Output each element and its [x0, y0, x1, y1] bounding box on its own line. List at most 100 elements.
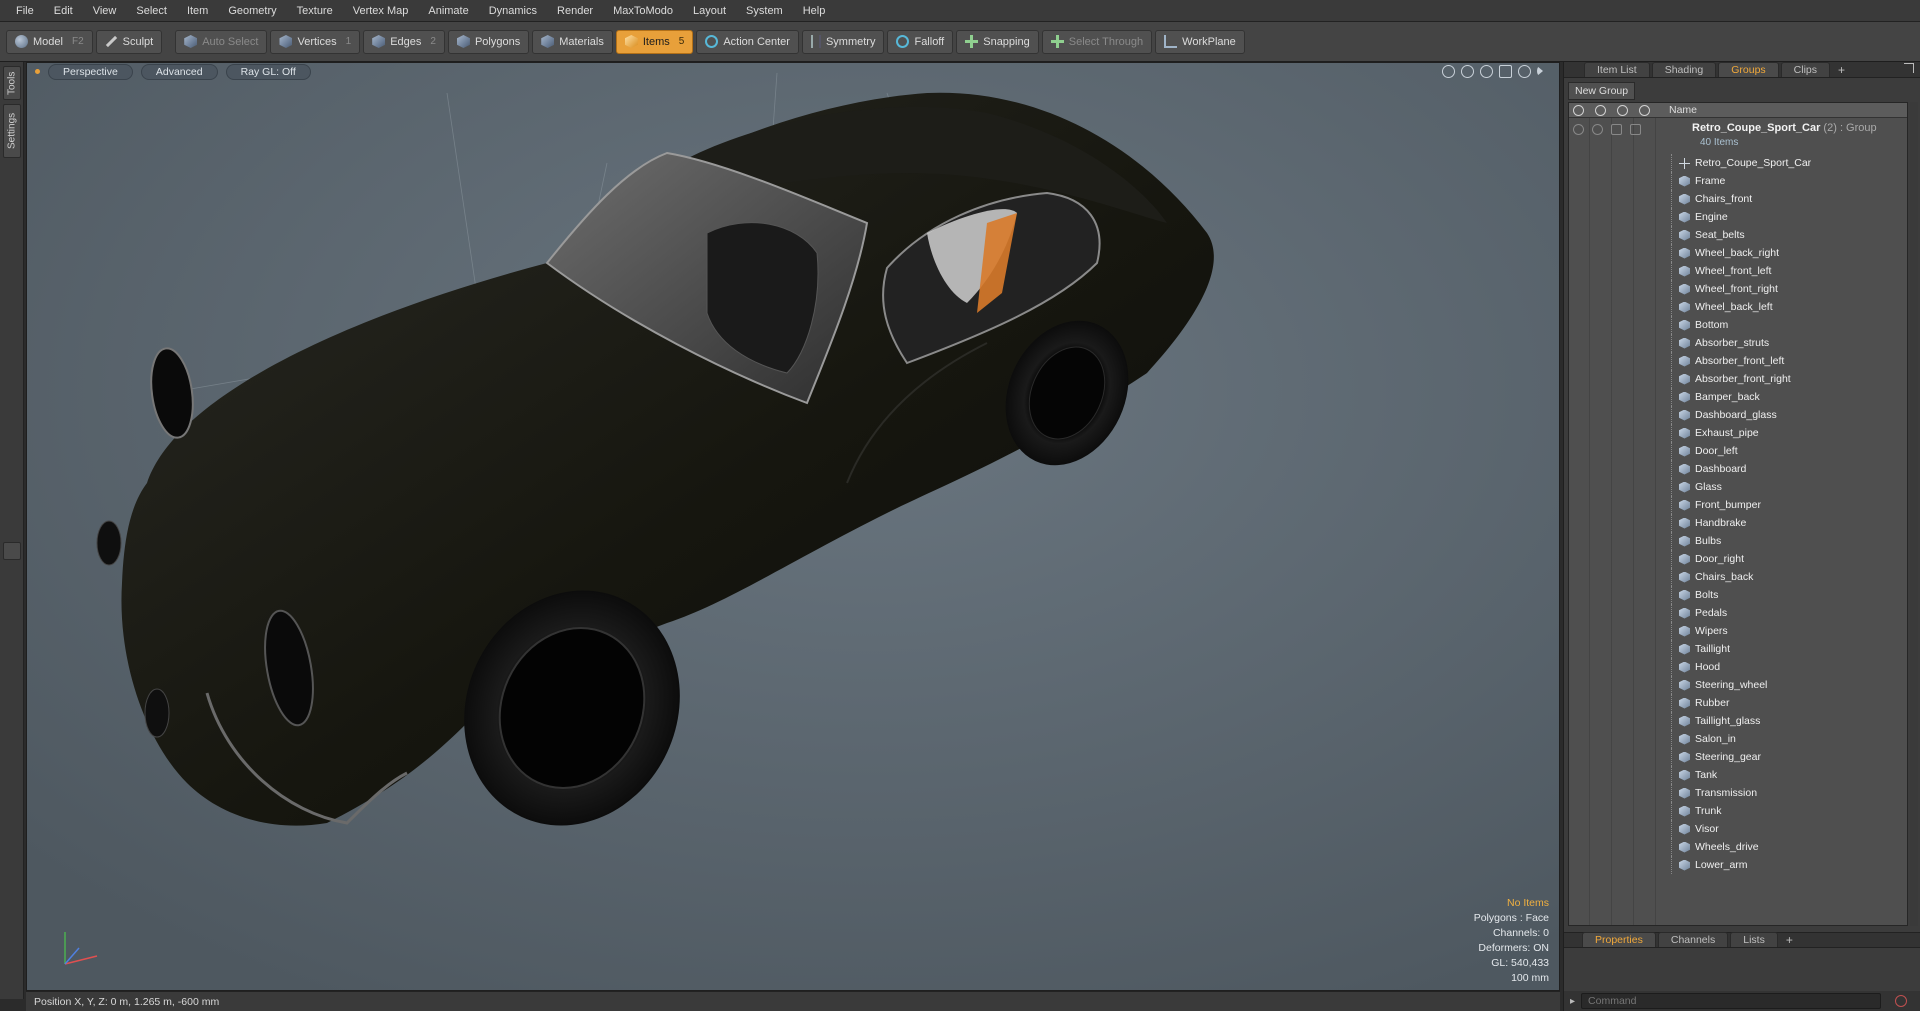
gear-icon[interactable]: [1518, 65, 1531, 78]
menu-render[interactable]: Render: [547, 0, 603, 22]
maximize-panel-icon[interactable]: [1904, 63, 1914, 73]
polygons-button[interactable]: Polygons: [447, 29, 530, 54]
eye-icon[interactable]: [1573, 124, 1584, 135]
list-item[interactable]: Bamper_back: [1569, 388, 1907, 406]
list-item[interactable]: Dashboard_glass: [1569, 406, 1907, 424]
list-item[interactable]: Seat_belts: [1569, 226, 1907, 244]
sculpt-button[interactable]: Sculpt: [95, 29, 163, 54]
tab-groups[interactable]: Groups: [1718, 62, 1779, 77]
list-item[interactable]: Exhaust_pipe: [1569, 424, 1907, 442]
maximize-icon[interactable]: [1499, 65, 1512, 78]
viewport-menu-dot[interactable]: [35, 69, 40, 74]
lock-checkbox[interactable]: [1611, 124, 1622, 135]
menu-select[interactable]: Select: [126, 0, 177, 22]
list-item[interactable]: Wheel_back_right: [1569, 244, 1907, 262]
render-column-icon[interactable]: [1595, 105, 1606, 116]
falloff-button[interactable]: Falloff: [887, 29, 954, 54]
list-scrollbar[interactable]: [1910, 102, 1918, 926]
render-icon[interactable]: [1592, 124, 1603, 135]
list-item[interactable]: Front_bumper: [1569, 496, 1907, 514]
collapse-tab[interactable]: [3, 542, 21, 560]
select-through-button[interactable]: Select Through: [1041, 29, 1153, 54]
list-item[interactable]: Door_right: [1569, 550, 1907, 568]
tab-item-list[interactable]: Item List: [1584, 62, 1650, 77]
stop-icon[interactable]: [1895, 995, 1908, 1007]
new-group-button[interactable]: New Group: [1568, 82, 1636, 100]
list-item[interactable]: Wheels_drive: [1569, 838, 1907, 856]
list-item[interactable]: Bottom: [1569, 316, 1907, 334]
list-item[interactable]: Glass: [1569, 478, 1907, 496]
raygl-button[interactable]: Ray GL: Off: [225, 63, 311, 80]
list-item[interactable]: Steering_gear: [1569, 748, 1907, 766]
command-history-arrow-icon[interactable]: ▸: [1570, 996, 1575, 1007]
items-button[interactable]: Items 5: [615, 29, 694, 54]
auto-select-button[interactable]: Auto Select: [175, 29, 268, 54]
command-input[interactable]: [1581, 993, 1882, 1009]
3d-viewport[interactable]: Perspective Advanced Ray GL: Off No Item…: [26, 62, 1560, 991]
list-item[interactable]: Dashboard: [1569, 460, 1907, 478]
menu-layout[interactable]: Layout: [683, 0, 736, 22]
list-item[interactable]: Pedals: [1569, 604, 1907, 622]
edges-button[interactable]: Edges 2: [363, 29, 445, 54]
list-item[interactable]: Tank: [1569, 766, 1907, 784]
add-tab-icon[interactable]: +: [1832, 63, 1851, 77]
snapping-button[interactable]: Snapping: [956, 29, 1039, 54]
tab-lists[interactable]: Lists: [1730, 932, 1778, 947]
list-item[interactable]: Trunk: [1569, 802, 1907, 820]
list-item[interactable]: Absorber_front_left: [1569, 352, 1907, 370]
menu-view[interactable]: View: [83, 0, 127, 22]
zoom-icon[interactable]: [1480, 65, 1493, 78]
tab-channels[interactable]: Channels: [1657, 932, 1729, 947]
list-item[interactable]: Taillight_glass: [1569, 712, 1907, 730]
pan-icon[interactable]: [1442, 65, 1455, 78]
list-item[interactable]: Engine: [1569, 208, 1907, 226]
list-item[interactable]: Wheel_front_left: [1569, 262, 1907, 280]
rotate-icon[interactable]: [1461, 65, 1474, 78]
materials-button[interactable]: Materials: [532, 29, 613, 54]
view-type-button[interactable]: Perspective: [48, 63, 133, 80]
lock-column-icon[interactable]: [1617, 105, 1628, 116]
vertices-button[interactable]: Vertices 1: [270, 29, 361, 54]
list-item[interactable]: Wheel_back_left: [1569, 298, 1907, 316]
menu-edit[interactable]: Edit: [44, 0, 83, 22]
menu-file[interactable]: File: [6, 0, 44, 22]
select-checkbox[interactable]: [1630, 124, 1641, 135]
list-item[interactable]: Chairs_front: [1569, 190, 1907, 208]
list-item[interactable]: Frame: [1569, 172, 1907, 190]
menu-texture[interactable]: Texture: [287, 0, 343, 22]
add-tab-icon[interactable]: +: [1780, 933, 1799, 947]
list-item[interactable]: Door_left: [1569, 442, 1907, 460]
list-item[interactable]: Chairs_back: [1569, 568, 1907, 586]
list-item[interactable]: Absorber_front_right: [1569, 370, 1907, 388]
group-row[interactable]: Retro_Coupe_Sport_Car (2) : Group 40 Ite…: [1569, 120, 1907, 152]
visibility-column-icon[interactable]: [1573, 105, 1584, 116]
menu-geometry[interactable]: Geometry: [218, 0, 286, 22]
list-item[interactable]: Steering_wheel: [1569, 676, 1907, 694]
play-arrow-icon[interactable]: [1537, 66, 1543, 76]
tab-clips[interactable]: Clips: [1780, 62, 1831, 77]
workplane-button[interactable]: WorkPlane: [1155, 29, 1245, 54]
list-item[interactable]: Salon_in: [1569, 730, 1907, 748]
list-item[interactable]: Bulbs: [1569, 532, 1907, 550]
list-item[interactable]: Taillight: [1569, 640, 1907, 658]
menu-animate[interactable]: Animate: [418, 0, 478, 22]
model-button[interactable]: Model F2: [6, 29, 93, 54]
tools-tab[interactable]: Tools: [3, 66, 21, 100]
list-item[interactable]: Bolts: [1569, 586, 1907, 604]
tab-shading[interactable]: Shading: [1651, 62, 1717, 77]
tab-properties[interactable]: Properties: [1582, 932, 1656, 947]
menu-system[interactable]: System: [736, 0, 793, 22]
menu-vertex-map[interactable]: Vertex Map: [343, 0, 419, 22]
list-item[interactable]: Absorber_struts: [1569, 334, 1907, 352]
action-center-button[interactable]: Action Center: [696, 29, 799, 54]
symmetry-button[interactable]: Symmetry: [801, 29, 885, 54]
list-item[interactable]: Wipers: [1569, 622, 1907, 640]
list-item[interactable]: Handbrake: [1569, 514, 1907, 532]
select-column-icon[interactable]: [1639, 105, 1650, 116]
shading-mode-button[interactable]: Advanced: [140, 63, 218, 80]
list-item[interactable]: Retro_Coupe_Sport_Car: [1569, 154, 1907, 172]
list-item[interactable]: Hood: [1569, 658, 1907, 676]
list-item[interactable]: Rubber: [1569, 694, 1907, 712]
menu-help[interactable]: Help: [793, 0, 836, 22]
menu-dynamics[interactable]: Dynamics: [479, 0, 547, 22]
